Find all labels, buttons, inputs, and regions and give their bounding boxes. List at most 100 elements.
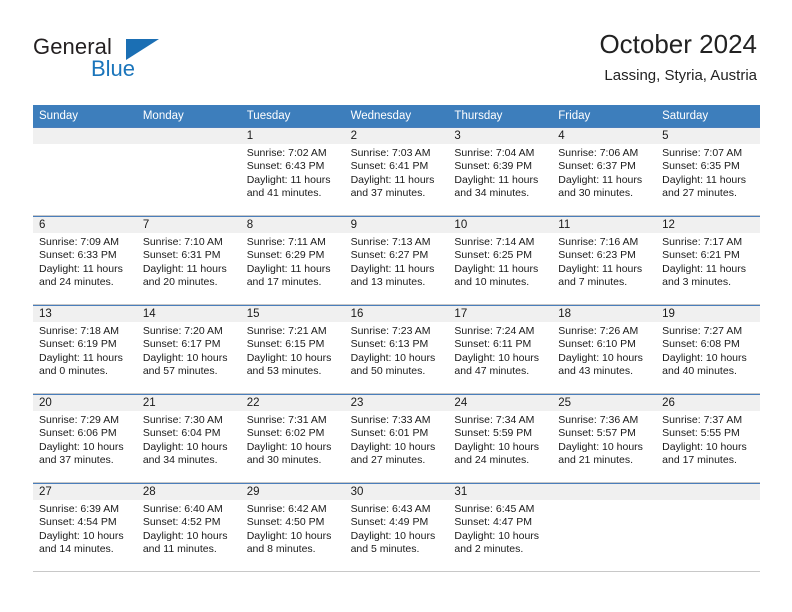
day-details: Sunrise: 6:39 AM Sunset: 4:54 PM Daylight:… [33,500,137,556]
sunset-text: Sunset: 6:21 PM [662,249,740,262]
logo-text-blue: Blue [91,56,136,81]
calendar-day-cell[interactable]: 28 Sunrise: 6:40 AM Sunset: 4:52 PM Dayligh… [136,483,241,571]
calendar-day-cell[interactable]: 10 Sunrise: 7:14 AM Sunset: 6:25 PM Dayligh… [448,216,553,304]
calendar-day-cell[interactable]: 12 Sunrise: 7:17 AM Sunset: 6:21 PM Dayligh… [656,216,760,304]
day-details: Sunrise: 7:13 AM Sunset: 6:27 PM Daylight:… [345,233,449,289]
sunset-text: Sunset: 4:54 PM [39,516,117,529]
sunset-text: Sunset: 6:11 PM [454,338,532,351]
sunset-text: Sunset: 6:37 PM [558,160,636,173]
daylight-text: Daylight: 10 hours and 24 minutes. [454,440,540,466]
day-number: 7 [136,216,241,233]
sunrise-text: Sunrise: 7:23 AM [350,325,431,337]
calendar-day-cell[interactable]: 21 Sunrise: 7:30 AM Sunset: 6:04 PM Dayligh… [136,394,241,482]
calendar-day-cell[interactable]: 29 Sunrise: 6:42 AM Sunset: 4:50 PM Dayligh… [240,483,345,571]
calendar-week-row: 27 Sunrise: 6:39 AM Sunset: 4:54 PM Dayligh… [33,483,760,572]
calendar-day-cell[interactable]: 16 Sunrise: 7:23 AM Sunset: 6:13 PM Dayligh… [344,305,449,393]
calendar-day-cell[interactable]: 5 Sunrise: 7:07 AM Sunset: 6:35 PM Daylight… [656,127,760,215]
calendar-day-cell[interactable]: 25 Sunrise: 7:36 AM Sunset: 5:57 PM Dayligh… [552,394,657,482]
day-number: 6 [33,216,137,233]
sunset-text: Sunset: 6:17 PM [142,338,221,351]
sunset-text: Sunset: 6:04 PM [142,427,221,440]
calendar-day-cell[interactable]: 15 Sunrise: 7:21 AM Sunset: 6:15 PM Dayligh… [240,305,345,393]
sunset-text: Sunset: 6:02 PM [246,427,325,440]
sunset-text: Sunset: 6:31 PM [142,249,221,262]
calendar-day-cell[interactable]: 30 Sunrise: 6:43 AM Sunset: 4:49 PM Dayligh… [344,483,449,571]
calendar-day-cell[interactable]: 8 Sunrise: 7:11 AM Sunset: 6:29 PM Daylight… [240,216,345,304]
daylight-text: Daylight: 11 hours and 7 minutes. [558,262,643,288]
day-number: 16 [344,305,449,322]
calendar-day-cell[interactable]: 31 Sunrise: 6:45 AM Sunset: 4:47 PM Dayligh… [448,483,553,571]
calendar-day-cell[interactable]: 4 Sunrise: 7:06 AM Sunset: 6:37 PM Daylight… [552,127,657,215]
calendar-day-cell[interactable]: 26 Sunrise: 7:37 AM Sunset: 5:55 PM Dayligh… [656,394,760,482]
day-number: 19 [656,305,760,322]
sunset-text: Sunset: 6:13 PM [350,338,429,351]
day-number: 28 [136,483,241,500]
sunrise-text: Sunrise: 7:29 AM [39,414,119,426]
day-number: 8 [240,216,345,233]
sunrise-text: Sunrise: 7:36 AM [558,414,639,426]
calendar-day-empty [552,483,657,571]
day-details: Sunrise: 7:18 AM Sunset: 6:19 PM Daylight:… [33,322,137,378]
day-number: 21 [136,394,241,411]
sunset-text: Sunset: 6:27 PM [350,249,429,262]
sunset-text: Sunset: 6:08 PM [662,338,740,351]
day-number [33,127,137,144]
sunset-text: Sunset: 6:25 PM [454,249,533,262]
calendar-day-cell[interactable]: 22 Sunrise: 7:31 AM Sunset: 6:02 PM Dayligh… [240,394,345,482]
weekday-header-monday: Monday [142,110,184,122]
calendar-day-cell[interactable]: 13 Sunrise: 7:18 AM Sunset: 6:19 PM Dayligh… [33,305,137,393]
calendar-week-row: 13 Sunrise: 7:18 AM Sunset: 6:19 PM Dayligh… [33,305,760,394]
title-block: October 2024 Lassing, Styria, Austria [599,30,757,84]
day-number [136,127,241,144]
sunset-text: Sunset: 6:01 PM [350,427,429,440]
daylight-text: Daylight: 11 hours and 37 minutes. [350,173,435,199]
calendar-day-cell[interactable]: 7 Sunrise: 7:10 AM Sunset: 6:31 PM Daylight… [136,216,241,304]
day-details: Sunrise: 7:03 AM Sunset: 6:41 PM Daylight:… [345,144,449,200]
daylight-text: Daylight: 11 hours and 3 minutes. [662,262,746,288]
day-number: 13 [33,305,137,322]
day-number: 10 [448,216,553,233]
calendar-day-cell[interactable]: 24 Sunrise: 7:34 AM Sunset: 5:59 PM Dayligh… [448,394,553,482]
day-details: Sunrise: 7:31 AM Sunset: 6:02 PM Daylight:… [241,411,345,467]
day-number: 29 [240,483,345,500]
sunrise-text: Sunrise: 6:43 AM [350,503,431,515]
daylight-text: Daylight: 10 hours and 40 minutes. [662,351,747,377]
calendar-day-cell[interactable]: 23 Sunrise: 7:33 AM Sunset: 6:01 PM Dayligh… [344,394,449,482]
calendar-day-cell[interactable]: 18 Sunrise: 7:26 AM Sunset: 6:10 PM Dayligh… [552,305,657,393]
sunrise-text: Sunrise: 7:18 AM [39,325,119,337]
calendar-day-cell[interactable]: 1 Sunrise: 7:02 AM Sunset: 6:43 PM Daylight… [240,127,345,215]
sunrise-text: Sunrise: 7:10 AM [142,236,223,248]
sunrise-text: Sunrise: 6:39 AM [39,503,119,515]
sunrise-text: Sunrise: 7:24 AM [454,325,535,337]
calendar-day-cell[interactable]: 17 Sunrise: 7:24 AM Sunset: 6:11 PM Dayligh… [448,305,553,393]
day-number: 1 [240,127,345,144]
sunset-text: Sunset: 5:59 PM [454,427,533,440]
calendar-day-cell[interactable]: 9 Sunrise: 7:13 AM Sunset: 6:27 PM Daylight… [344,216,449,304]
calendar-day-cell[interactable]: 11 Sunrise: 7:16 AM Sunset: 6:23 PM Dayligh… [552,216,657,304]
weekday-header-thursday: Thursday [454,110,503,122]
weekday-header-wednesday: Wednesday [350,110,412,122]
day-details: Sunrise: 7:07 AM Sunset: 6:35 PM Daylight:… [656,144,760,200]
sunset-text: Sunset: 6:39 PM [454,160,533,173]
sunset-text: Sunset: 6:06 PM [39,427,117,440]
calendar-day-cell[interactable]: 14 Sunrise: 7:20 AM Sunset: 6:17 PM Dayligh… [136,305,241,393]
day-details: Sunrise: 7:16 AM Sunset: 6:23 PM Daylight:… [552,233,656,289]
day-number: 11 [552,216,657,233]
calendar-day-cell[interactable]: 2 Sunrise: 7:03 AM Sunset: 6:41 PM Daylight… [344,127,449,215]
calendar-day-cell[interactable]: 19 Sunrise: 7:27 AM Sunset: 6:08 PM Dayligh… [656,305,760,393]
daylight-text: Daylight: 10 hours and 17 minutes. [662,440,747,466]
sunset-text: Sunset: 6:41 PM [350,160,429,173]
calendar-day-cell[interactable]: 6 Sunrise: 7:09 AM Sunset: 6:33 PM Daylight… [33,216,137,304]
calendar-day-cell[interactable]: 3 Sunrise: 7:04 AM Sunset: 6:39 PM Daylight… [448,127,553,215]
daylight-text: Daylight: 11 hours and 13 minutes. [350,262,435,288]
sunrise-text: Sunrise: 7:37 AM [662,414,743,426]
sunrise-text: Sunrise: 7:21 AM [246,325,327,337]
daylight-text: Daylight: 11 hours and 20 minutes. [142,262,227,288]
day-number: 22 [240,394,345,411]
day-number: 15 [240,305,345,322]
calendar-day-cell[interactable]: 27 Sunrise: 6:39 AM Sunset: 4:54 PM Dayligh… [33,483,137,571]
sunrise-text: Sunrise: 7:17 AM [662,236,743,248]
day-number: 31 [448,483,553,500]
calendar-day-cell[interactable]: 20 Sunrise: 7:29 AM Sunset: 6:06 PM Dayligh… [33,394,137,482]
daylight-text: Daylight: 10 hours and 11 minutes. [142,529,228,555]
